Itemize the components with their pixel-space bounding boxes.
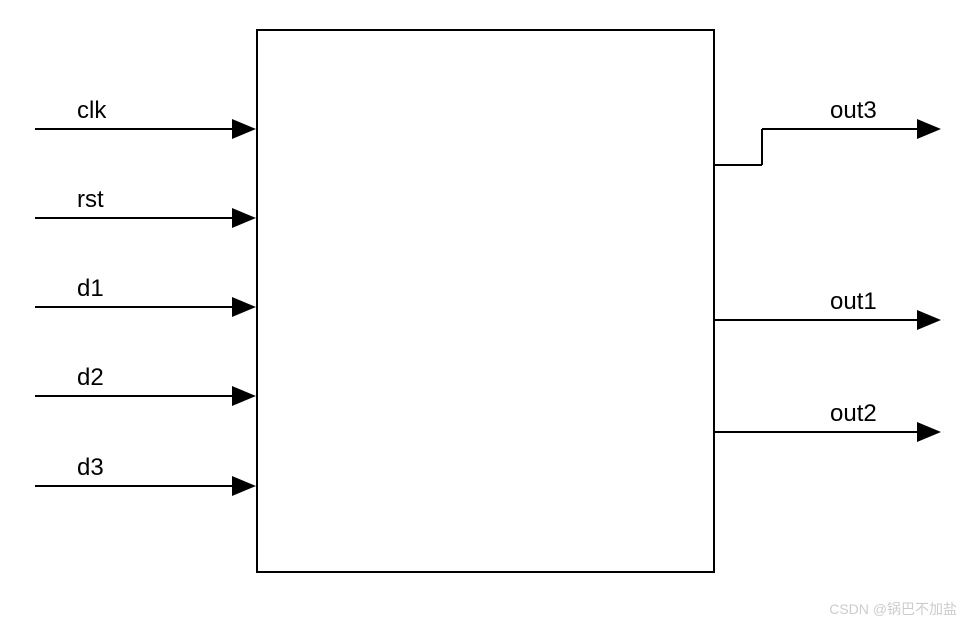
output-label-out1: out1 [830,288,877,316]
input-label-clk: clk [77,97,106,125]
module-box-rect [257,30,714,572]
block-diagram: clk rst d1 d2 d3 out3 out1 out2 CSDN @锅巴… [0,0,972,627]
input-label-rst: rst [77,186,104,214]
input-label-d2: d2 [77,364,104,392]
diagram-svg [0,0,972,627]
input-label-d1: d1 [77,275,104,303]
output-label-out3: out3 [830,97,877,125]
input-label-d3: d3 [77,454,104,482]
output-label-out2: out2 [830,400,877,428]
watermark-text: CSDN @锅巴不加盐 [829,599,957,619]
